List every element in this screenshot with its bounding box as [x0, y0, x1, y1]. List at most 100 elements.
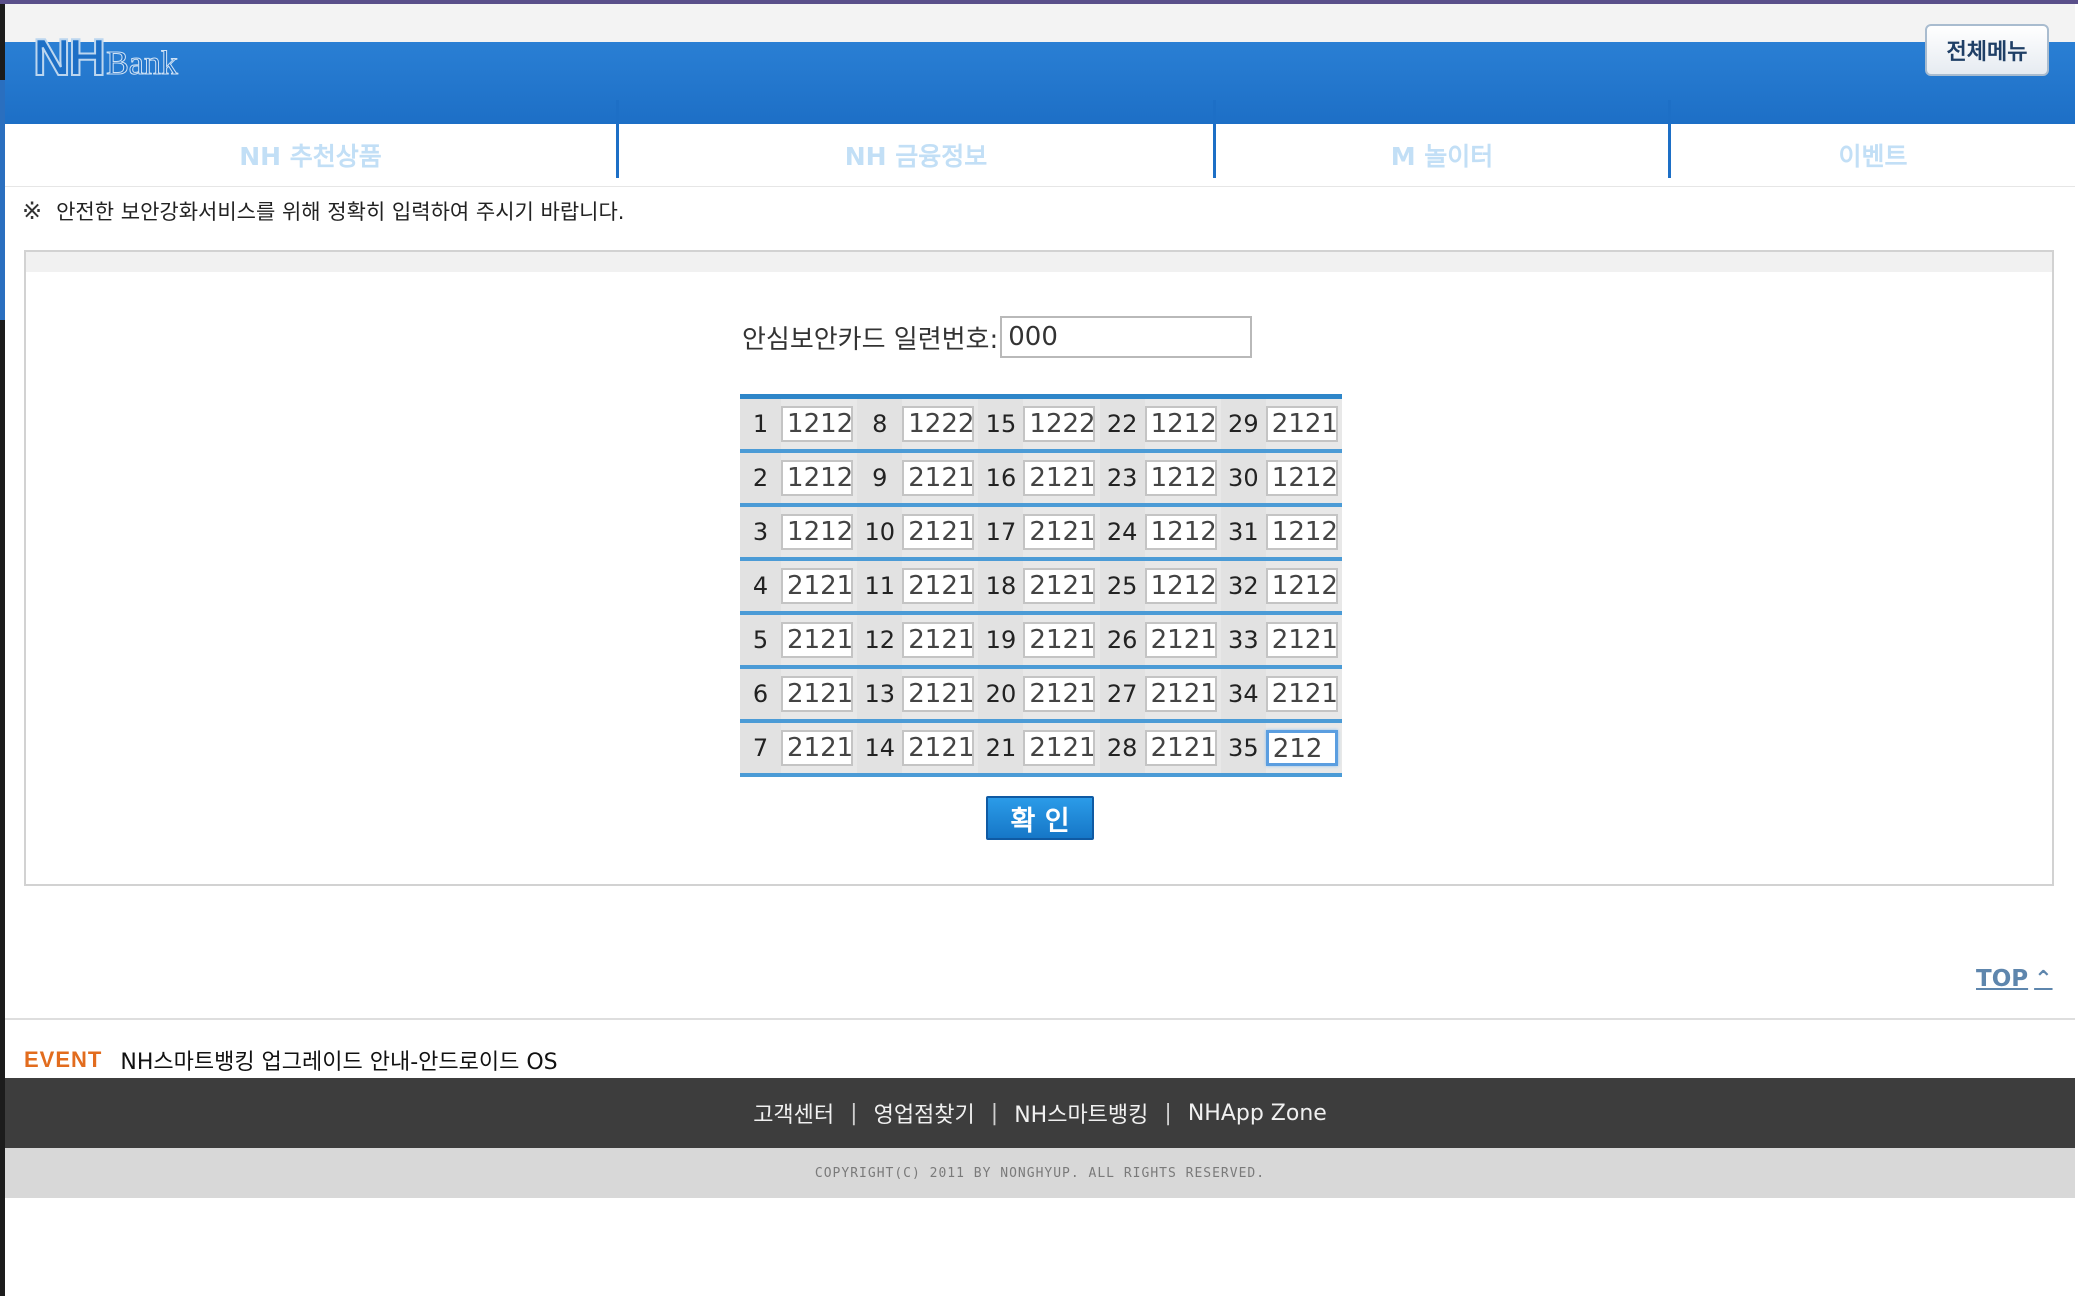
grid-cell-number: 35 [1220, 723, 1266, 773]
grid-code-input[interactable]: 2121 [1023, 730, 1096, 766]
grid-code-input[interactable]: 1212 [1144, 406, 1217, 442]
grid-code-input[interactable]: 2121 [902, 460, 975, 496]
grid-row: 4 2121 11 2121 18 2121 25 1212 32 1212 [740, 561, 1343, 615]
grid-code-input[interactable]: 212 [1265, 730, 1338, 766]
event-link-text[interactable]: NH스마트뱅킹 업그레이드 안내-안드로이드 OS [120, 1044, 557, 1076]
tab-nh-finance-info[interactable]: NH 금융정보 [619, 124, 1213, 186]
grid-code-input[interactable]: 2121 [781, 622, 854, 658]
confirm-button[interactable]: 확 인 [986, 796, 1094, 840]
grid-cell-number: 24 [1099, 507, 1145, 557]
grid-code-input[interactable]: 2121 [1265, 622, 1338, 658]
grid-code-input[interactable]: 2121 [902, 622, 975, 658]
grid-cell-input-wrap: 2121 [902, 507, 979, 557]
grid-code-input[interactable]: 2121 [1265, 406, 1338, 442]
grid-cell-input-wrap: 1212 [1144, 399, 1221, 449]
grid-cell-number: 25 [1099, 561, 1145, 611]
grid-cell-input-wrap: 2121 [902, 453, 979, 503]
grid-code-input[interactable]: 2121 [902, 514, 975, 550]
footer-link-smart-banking[interactable]: NH스마트뱅킹 [1014, 1097, 1148, 1129]
grid-cell-number: 26 [1099, 615, 1145, 665]
grid-cell-number: 32 [1220, 561, 1266, 611]
grid-code-input[interactable]: 2121 [781, 676, 854, 712]
grid-code-input[interactable]: 1212 [1144, 568, 1217, 604]
grid-code-input[interactable]: 2121 [1023, 514, 1096, 550]
grid-cell-input-wrap: 2121 [1023, 669, 1100, 719]
grid-cell-input-wrap: 2121 [781, 561, 858, 611]
grid-cell-input-wrap: 212 [1265, 723, 1343, 773]
grid-cell-number: 27 [1099, 669, 1145, 719]
notice-text: 안전한 보안강화서비스를 위해 정확히 입력하여 주시기 바랍니다. [56, 200, 625, 224]
grid-cell-number: 6 [740, 669, 782, 719]
grid-cell-input-wrap: 2121 [1023, 615, 1100, 665]
footer-separator: | [1164, 1100, 1172, 1126]
footer-links: 고객센터 | 영업점찾기 | NH스마트뱅킹 | NHApp Zone [5, 1078, 2075, 1148]
grid-cell-input-wrap: 1212 [1265, 561, 1343, 611]
grid-code-input[interactable]: 2121 [1144, 622, 1217, 658]
serial-number-input[interactable]: 000 [1000, 316, 1253, 358]
grid-cell-number: 7 [740, 723, 782, 773]
grid-code-input[interactable]: 1222 [1023, 406, 1096, 442]
grid-code-input[interactable]: 1212 [1144, 460, 1217, 496]
tab-nh-recommended[interactable]: NH 추천상품 [5, 124, 616, 186]
grid-code-input[interactable]: 1212 [781, 460, 854, 496]
grid-cell-input-wrap: 1212 [781, 399, 858, 449]
grid-cell-number: 11 [857, 561, 903, 611]
full-menu-button[interactable]: 전체메뉴 [1925, 24, 2049, 76]
grid-code-input[interactable]: 2121 [902, 568, 975, 604]
grid-cell-input-wrap: 2121 [781, 615, 858, 665]
grid-cell-number: 28 [1099, 723, 1145, 773]
grid-cell-number: 34 [1220, 669, 1266, 719]
grid-code-input[interactable]: 2121 [781, 568, 854, 604]
grid-cell-number: 17 [978, 507, 1024, 557]
grid-cell-number: 5 [740, 615, 782, 665]
footer-separator: | [850, 1100, 858, 1126]
security-code-grid: 1 1212 8 1222 15 1222 22 1212 29 2121 2 1212 9 2121 16… [740, 394, 1343, 777]
grid-code-input[interactable]: 1212 [1265, 460, 1338, 496]
grid-code-input[interactable]: 2121 [1023, 676, 1096, 712]
grid-cell-input-wrap: 2121 [902, 723, 979, 773]
grid-cell-number: 22 [1099, 399, 1145, 449]
footer-link-app-zone[interactable]: NHApp Zone [1188, 1101, 1327, 1126]
footer-link-branch-finder[interactable]: 영업점찾기 [874, 1097, 975, 1129]
footer-link-customer-center[interactable]: 고객센터 [753, 1097, 834, 1129]
grid-code-input[interactable]: 1212 [781, 514, 854, 550]
grid-cell-input-wrap: 2121 [781, 669, 858, 719]
grid-cell-number: 3 [740, 507, 782, 557]
grid-code-input[interactable]: 1212 [1265, 568, 1338, 604]
grid-cell-input-wrap: 2121 [1023, 507, 1100, 557]
grid-code-input[interactable]: 2121 [1144, 730, 1217, 766]
grid-cell-input-wrap: 1222 [1023, 399, 1100, 449]
grid-code-input[interactable]: 2121 [1144, 676, 1217, 712]
grid-code-input[interactable]: 2121 [1023, 568, 1096, 604]
grid-cell-input-wrap: 1212 [781, 507, 858, 557]
grid-cell-number: 10 [857, 507, 903, 557]
tab-event[interactable]: 이벤트 [1671, 124, 2075, 186]
notice-mark-icon: ※ [22, 197, 43, 225]
grid-cell-number: 31 [1220, 507, 1266, 557]
top-link[interactable]: TOP ⌃ [1976, 966, 2053, 992]
event-banner[interactable]: EVENT NH스마트뱅킹 업그레이드 안내-안드로이드 OS [24, 1044, 558, 1076]
window-left-accent [0, 80, 5, 320]
nh-bank-logo[interactable]: NH Bank [32, 28, 178, 85]
grid-cell-input-wrap: 2121 [1265, 399, 1343, 449]
grid-cell-number: 29 [1220, 399, 1266, 449]
serial-number-row: 안심보안카드 일련번호: 000 [742, 316, 1253, 358]
grid-cell-input-wrap: 2121 [902, 561, 979, 611]
page-bottom-space [5, 1198, 2075, 1296]
grid-code-input[interactable]: 2121 [1023, 622, 1096, 658]
grid-code-input[interactable]: 2121 [781, 730, 854, 766]
grid-code-input[interactable]: 1222 [902, 406, 975, 442]
grid-code-input[interactable]: 1212 [781, 406, 854, 442]
grid-code-input[interactable]: 2121 [902, 676, 975, 712]
grid-cell-input-wrap: 2121 [1023, 453, 1100, 503]
grid-code-input[interactable]: 2121 [1265, 676, 1338, 712]
divider [5, 1018, 2075, 1020]
grid-code-input[interactable]: 2121 [1023, 460, 1096, 496]
copyright: COPYRIGHT(C) 2011 BY NONGHYUP. ALL RIGHT… [5, 1148, 2075, 1198]
grid-cell-number: 15 [978, 399, 1024, 449]
grid-code-input[interactable]: 1212 [1265, 514, 1338, 550]
tab-m-playground[interactable]: M 놀이터 [1216, 124, 1668, 186]
grid-cell-number: 4 [740, 561, 782, 611]
grid-code-input[interactable]: 1212 [1144, 514, 1217, 550]
grid-code-input[interactable]: 2121 [902, 730, 975, 766]
